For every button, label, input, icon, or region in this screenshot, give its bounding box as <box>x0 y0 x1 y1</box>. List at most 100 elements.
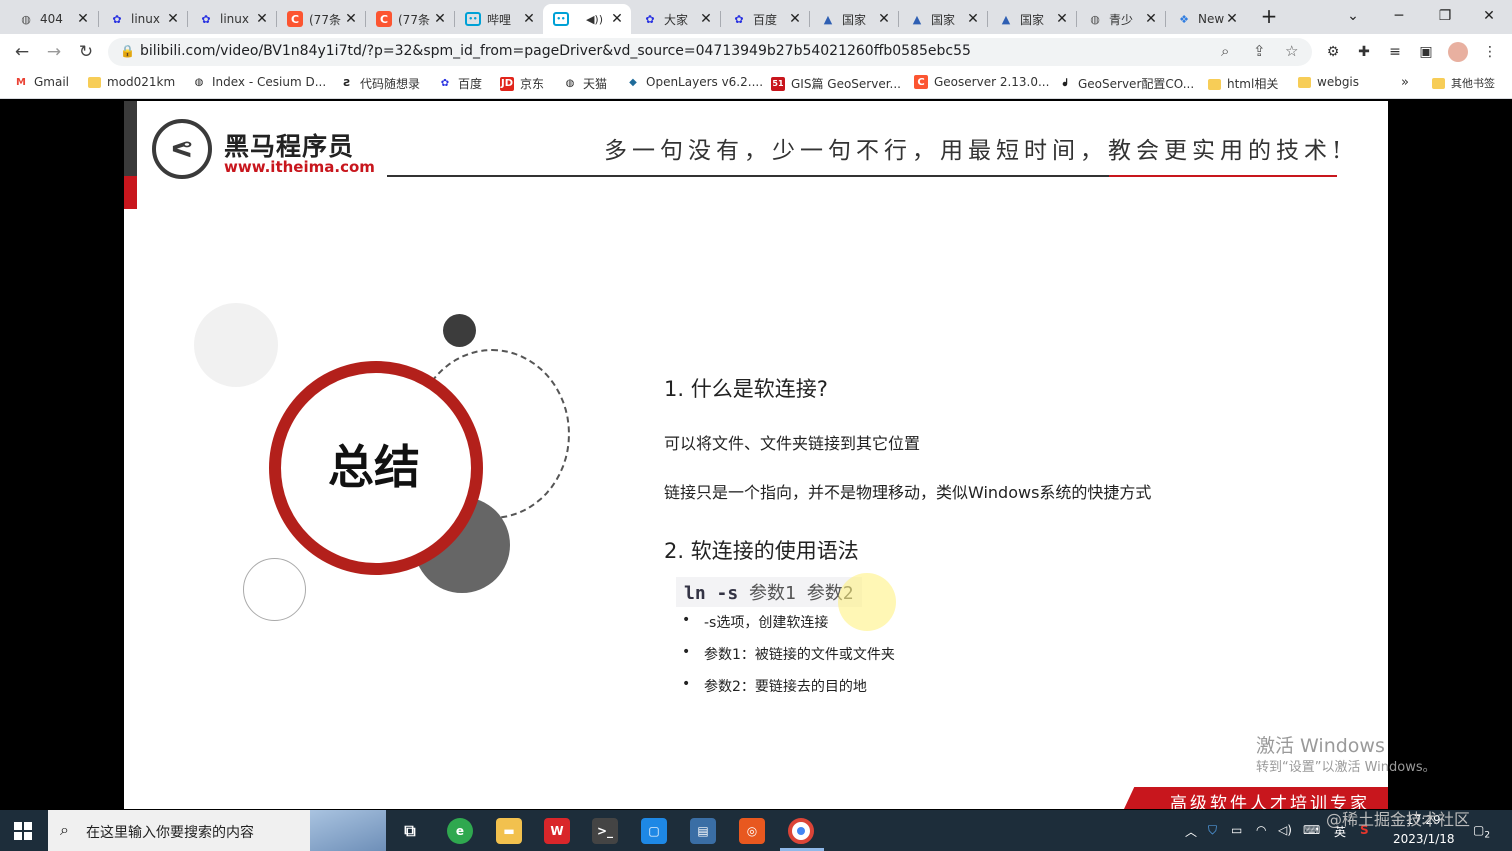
zoom-icon[interactable]: ⌕ <box>1221 42 1229 60</box>
close-icon[interactable]: ✕ <box>343 11 359 27</box>
tab-edu-1[interactable]: ▲ 国家 ✕ <box>810 4 898 34</box>
tray-chevron-icon[interactable]: ︿ <box>1185 823 1197 840</box>
jd-icon: JD <box>500 76 514 91</box>
bookmark-folder-html[interactable]: html相关 <box>1208 75 1278 92</box>
code-icon: Ƨ <box>343 78 351 89</box>
close-icon[interactable]: ✕ <box>521 11 537 27</box>
keyboard-icon[interactable]: ⌨ <box>1303 823 1320 837</box>
lock-icon[interactable]: 🔒 <box>120 44 135 58</box>
close-icon[interactable]: ✕ <box>698 11 714 27</box>
bookmark-geoserver-2130[interactable]: C Geoserver 2.13.0... <box>914 75 1049 89</box>
clock-date[interactable]: 2023/1/18 <box>1393 832 1455 846</box>
close-icon[interactable]: ✕ <box>1054 11 1070 27</box>
bookmark-folder-webgis[interactable]: webgis <box>1298 75 1359 89</box>
minimize-icon[interactable]: ─ <box>1376 0 1422 32</box>
bookmark-label: 百度 <box>458 77 483 91</box>
tab-csdn-1[interactable]: C (77条 ✕ <box>277 4 365 34</box>
puzzle-icon[interactable]: ✚ <box>1354 42 1374 62</box>
bookmarks-overflow-chevron-icon[interactable]: » <box>1401 75 1409 90</box>
tab-csdn-2[interactable]: C (77条 ✕ <box>366 4 454 34</box>
tab-edu-2[interactable]: ▲ 国家 ✕ <box>899 4 987 34</box>
media-queue-icon[interactable]: ≡ <box>1385 42 1405 62</box>
tab-bilibili-active[interactable]: •• ◀)) ✕ <box>543 4 631 34</box>
task-view-icon[interactable]: ⧉ <box>397 818 423 844</box>
windows-start-icon[interactable] <box>14 822 32 840</box>
close-icon[interactable]: ✕ <box>787 11 803 27</box>
share-icon[interactable]: ⇪ <box>1253 42 1266 60</box>
close-icon[interactable]: ✕ <box>1143 11 1159 27</box>
star-icon[interactable]: ☆ <box>1285 42 1298 60</box>
code-snippet: ln -s 参数1 参数2 <box>676 577 862 607</box>
wps-icon[interactable]: W <box>544 818 570 844</box>
extension-gear-icon[interactable]: ⚙ <box>1323 42 1343 62</box>
close-icon[interactable]: ✕ <box>609 11 625 27</box>
tab-baidu-1[interactable]: ✿ 大家 ✕ <box>632 4 720 34</box>
bookmark-tmall[interactable]: ◍ 天猫 <box>563 75 607 92</box>
tab-bilibili-1[interactable]: •• 哔哩 ✕ <box>455 4 543 34</box>
bookmark-folder-other[interactable]: 其他书签 <box>1432 75 1495 91</box>
forward-arrow-icon[interactable]: → <box>40 38 68 66</box>
restore-icon[interactable]: ❐ <box>1422 0 1468 32</box>
close-window-icon[interactable]: ✕ <box>1466 0 1512 32</box>
close-icon[interactable]: ✕ <box>876 11 892 27</box>
globe-icon: ◍ <box>21 12 31 26</box>
bookmark-daimasuixianglu[interactable]: Ƨ 代码随想录 <box>340 75 420 92</box>
close-icon[interactable]: ✕ <box>254 11 270 27</box>
avatar[interactable] <box>1448 42 1468 62</box>
tab-new[interactable]: ❖ New ✕ <box>1166 4 1246 34</box>
address-bar[interactable]: 🔒 bilibili.com/video/BV1n84y1i7td/?p=32&… <box>108 38 1312 66</box>
tab-search-icon[interactable]: ⌄ <box>1330 0 1376 32</box>
tab-linux-2[interactable]: ✿ linux ✕ <box>188 4 276 34</box>
bookmark-label: 其他书签 <box>1451 77 1495 90</box>
tab-label: 百度 <box>753 12 778 27</box>
baidu-paw-icon: ✿ <box>645 12 655 26</box>
close-icon[interactable]: ✕ <box>432 11 448 27</box>
csdn-icon: C <box>287 11 303 27</box>
close-icon[interactable]: ✕ <box>1224 11 1240 27</box>
close-icon[interactable]: ✕ <box>75 11 91 27</box>
bookmark-label: GeoServer配置CO... <box>1078 77 1195 91</box>
tab-baidu-2[interactable]: ✿ 百度 ✕ <box>721 4 809 34</box>
bookmark-jd[interactable]: JD 京东 <box>500 75 544 92</box>
side-panel-icon[interactable]: ▣ <box>1416 42 1436 62</box>
bookmark-folder-mod021km[interactable]: mod021km <box>88 75 175 89</box>
close-icon[interactable]: ✕ <box>165 11 181 27</box>
new-tab-button[interactable]: + <box>1258 6 1280 28</box>
bookmark-label: Gmail <box>34 75 70 89</box>
baidu-paw-icon: ✿ <box>201 12 211 26</box>
remote-app-icon[interactable]: ▢ <box>641 818 667 844</box>
menu-dots-icon[interactable]: ⋮ <box>1480 42 1500 62</box>
chrome-icon[interactable] <box>788 818 814 844</box>
tab-label: (77条 <box>398 12 430 27</box>
volume-icon[interactable]: ◁) <box>1278 823 1292 837</box>
folder-icon <box>88 77 101 88</box>
tab-youth[interactable]: ◍ 青少 ✕ <box>1077 4 1165 34</box>
bookmark-cesium[interactable]: ◍ Index - Cesium D... <box>192 75 327 89</box>
battery-icon[interactable]: ▭ <box>1231 823 1242 837</box>
new-tab-icon: ❖ <box>1179 12 1189 26</box>
bookmark-geoserver-config[interactable]: ᖱ GeoServer配置CO... <box>1058 75 1194 92</box>
shield-icon[interactable]: ⛉ <box>1208 823 1217 838</box>
bookmark-openlayers[interactable]: ◆ OpenLayers v6.2.... <box>626 75 763 89</box>
bookmark-label: mod021km <box>107 75 176 89</box>
vm-icon[interactable]: ▤ <box>690 818 716 844</box>
taskbar-search-box[interactable]: ⌕ 在这里输入你要搜索的内容 <box>48 810 386 851</box>
slide-side-bar <box>124 101 137 176</box>
tab-edu-3[interactable]: ▲ 国家 ✕ <box>988 4 1076 34</box>
browser-green-icon[interactable]: e <box>447 818 473 844</box>
reload-icon[interactable]: ↻ <box>72 38 100 66</box>
ubuntu-icon[interactable]: ◎ <box>739 818 765 844</box>
wifi-icon[interactable]: ◠ <box>1256 823 1266 837</box>
notification-icon[interactable]: ▢2 <box>1473 823 1490 840</box>
bookmark-gis-geoserver[interactable]: 51 GIS篇 GeoServer... <box>771 75 901 92</box>
close-icon[interactable]: ✕ <box>965 11 981 27</box>
file-explorer-icon[interactable]: ▬ <box>496 818 522 844</box>
bookmark-baidu[interactable]: ✿ 百度 <box>438 75 482 92</box>
tab-404[interactable]: ◍ 404 ✕ <box>8 4 97 34</box>
bookmark-gmail[interactable]: M Gmail <box>14 75 69 89</box>
edu-cap-icon: ▲ <box>1001 12 1011 26</box>
speaker-icon[interactable]: ◀)) <box>586 13 603 26</box>
terminal-icon[interactable]: >_ <box>592 818 618 844</box>
tab-linux-1[interactable]: ✿ linux ✕ <box>99 4 187 34</box>
back-arrow-icon[interactable]: ← <box>8 38 36 66</box>
